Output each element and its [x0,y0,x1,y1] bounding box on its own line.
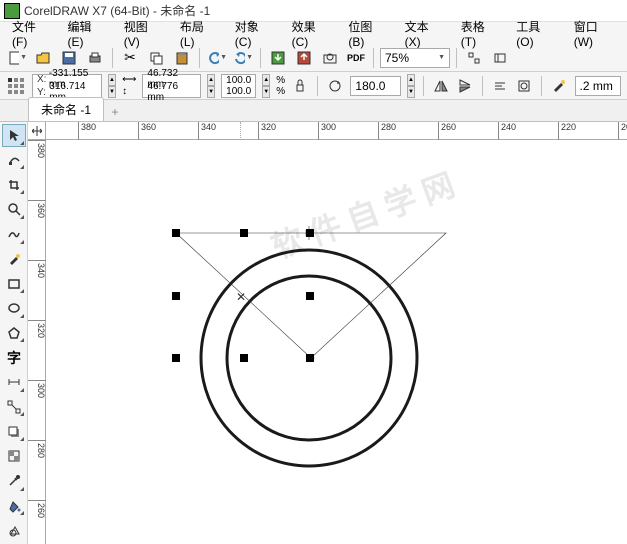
polygon-tool[interactable] [2,322,26,345]
size-spinner[interactable]: ▲▼ [207,74,215,98]
rotation-spinner[interactable]: ▲▼ [407,74,415,98]
rotation-input[interactable]: 180.0 [350,76,401,96]
crop-tool[interactable] [2,173,26,196]
menu-text[interactable]: 文本(X) [397,16,451,51]
menu-tools[interactable]: 工具(O) [508,16,563,51]
mirror-h-button[interactable] [432,75,450,97]
smart-fill-tool[interactable] [2,519,26,542]
canvas[interactable]: 软件自学网 ✕ [46,140,627,544]
drawing-content[interactable] [46,140,627,544]
outline-width-input[interactable]: .2 mm [575,76,621,96]
connector-tool[interactable] [2,396,26,419]
position-spinner[interactable]: ▲▼ [108,74,116,98]
paste-button[interactable] [171,47,193,69]
percent-label-2: % [276,86,285,97]
menu-table[interactable]: 表格(T) [453,16,507,51]
menu-bitmap[interactable]: 位图(B) [340,16,394,51]
undo-button[interactable]: ▼ [206,47,228,69]
menu-bar: 文件(F) 编辑(E) 视图(V) 布局(L) 对象(C) 效果(C) 位图(B… [0,22,627,44]
rectangle-tool[interactable] [2,272,26,295]
width-icon: ⟷ [122,74,136,85]
rotation-icon [326,75,344,97]
cut-button[interactable]: ✂ [119,47,141,69]
canvas-area: 380 360 340 320 300 280 260 240 220 200 … [28,122,627,544]
pick-tool[interactable] [2,124,26,147]
menu-layout[interactable]: 布局(L) [172,16,225,51]
tab-document[interactable]: 未命名 -1 [28,97,104,121]
toolbox: 字 [0,122,28,544]
dimension-tool[interactable] [2,371,26,394]
size-input[interactable]: 46.732 mm 46.776 mm [142,74,201,98]
zoom-tool[interactable] [2,198,26,221]
transparency-tool[interactable] [2,445,26,468]
tab-add-button[interactable]: + [106,103,124,121]
mirror-v-button[interactable] [456,75,474,97]
scale-input[interactable]: 100.0 100.0 [221,74,256,98]
snap-button[interactable] [463,47,485,69]
artistic-media-tool[interactable] [2,248,26,271]
scale-spinner[interactable]: ▲▼ [262,74,270,98]
height-icon: ↕ [122,86,136,97]
sel-handle-bm[interactable] [240,354,248,362]
sel-handle-bl[interactable] [172,354,180,362]
new-button[interactable]: ▼ [6,47,28,69]
sel-handle-tr[interactable] [306,229,314,237]
property-bar: X:-331.155 mm Y:316.714 mm ▲▼ ⟷ ↕ 46.732… [0,72,627,100]
sel-handle-tl[interactable] [172,229,180,237]
eyedropper-tool[interactable] [2,470,26,493]
redo-button[interactable]: ▼ [232,47,254,69]
lock-ratio-button[interactable] [291,75,309,97]
align-button[interactable] [491,75,509,97]
sel-handle-br[interactable] [306,354,314,362]
publish-button[interactable]: PDF [345,47,367,69]
percent-label: % [276,75,285,86]
ellipse-tool[interactable] [2,297,26,320]
text-tool[interactable]: 字 [2,346,26,369]
document-tabs: 未命名 -1 + [0,100,627,122]
drop-shadow-tool[interactable] [2,420,26,443]
menu-view[interactable]: 视图(V) [116,16,170,51]
menu-file[interactable]: 文件(F) [4,16,58,51]
powerclip-button[interactable] [319,47,341,69]
fill-tool[interactable] [2,495,26,518]
shape-tool[interactable] [2,149,26,172]
freehand-tool[interactable] [2,223,26,246]
sel-center-x: ✕ [236,290,246,304]
options-button[interactable] [489,47,511,69]
zoom-level[interactable]: 75%▼ [380,48,450,68]
menu-edit[interactable]: 编辑(E) [60,16,114,51]
position-input[interactable]: X:-331.155 mm Y:316.714 mm [32,74,102,98]
sel-handle-mr[interactable] [306,292,314,300]
ruler-vertical[interactable]: 380 360 340 320 300 280 260 [28,140,46,544]
object-position-icon [6,75,26,97]
outline-pen-icon [550,75,568,97]
export-button[interactable] [293,47,315,69]
menu-effect[interactable]: 效果(C) [284,16,339,51]
menu-object[interactable]: 对象(C) [227,16,282,51]
copy-button[interactable] [145,47,167,69]
wrap-button[interactable] [515,75,533,97]
save-button[interactable] [58,47,80,69]
ruler-origin[interactable] [28,122,46,140]
import-button[interactable] [267,47,289,69]
menu-window[interactable]: 窗口(W) [566,16,623,51]
ruler-horizontal[interactable]: 380 360 340 320 300 280 260 240 220 200 [46,122,627,140]
sel-handle-ml[interactable] [172,292,180,300]
open-button[interactable] [32,47,54,69]
print-button[interactable] [84,47,106,69]
sel-handle-tm[interactable] [240,229,248,237]
